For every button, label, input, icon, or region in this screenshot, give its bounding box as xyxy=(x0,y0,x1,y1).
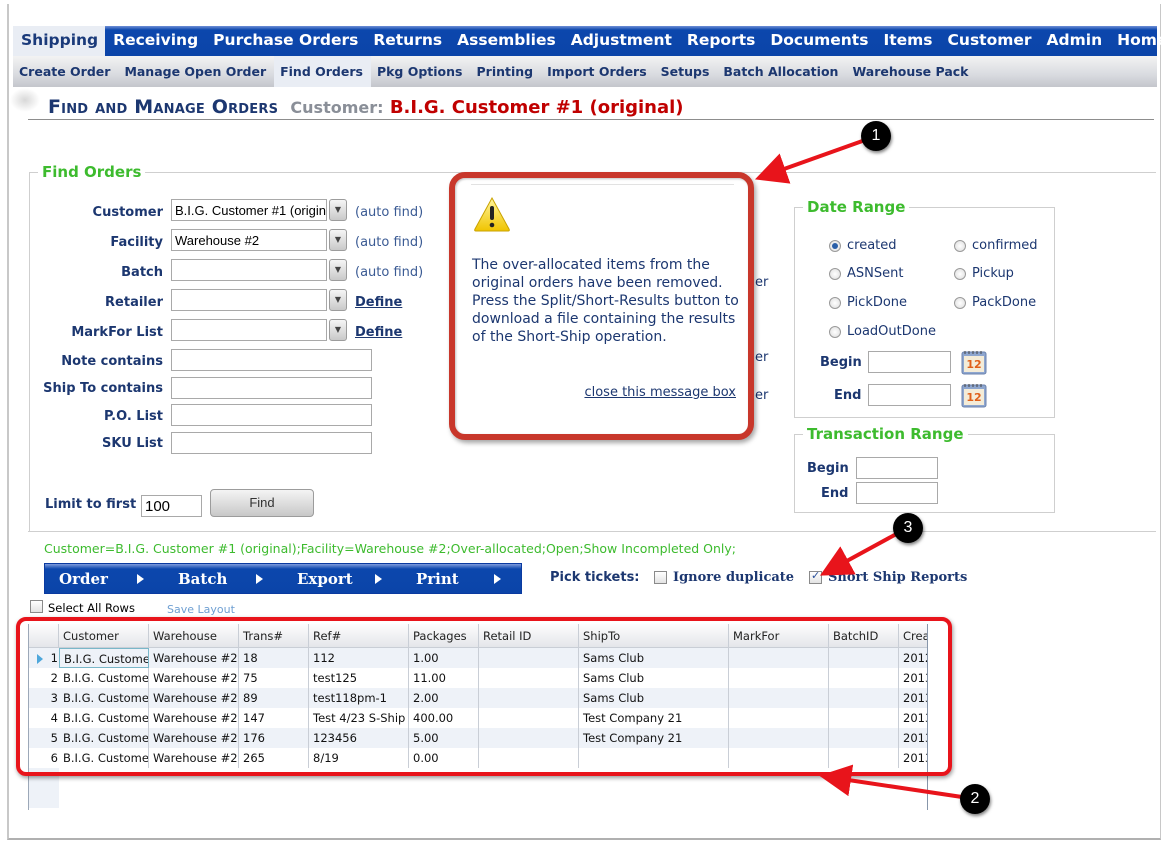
annotation-arrow-2 xyxy=(819,764,963,799)
callout-2: 2 xyxy=(960,784,990,814)
callout-3: 3 xyxy=(893,513,923,543)
annotation-arrow-1 xyxy=(754,137,869,184)
callout-1: 1 xyxy=(861,121,891,151)
annotation-arrows xyxy=(754,137,963,799)
annotation-arrow-3 xyxy=(819,530,901,576)
